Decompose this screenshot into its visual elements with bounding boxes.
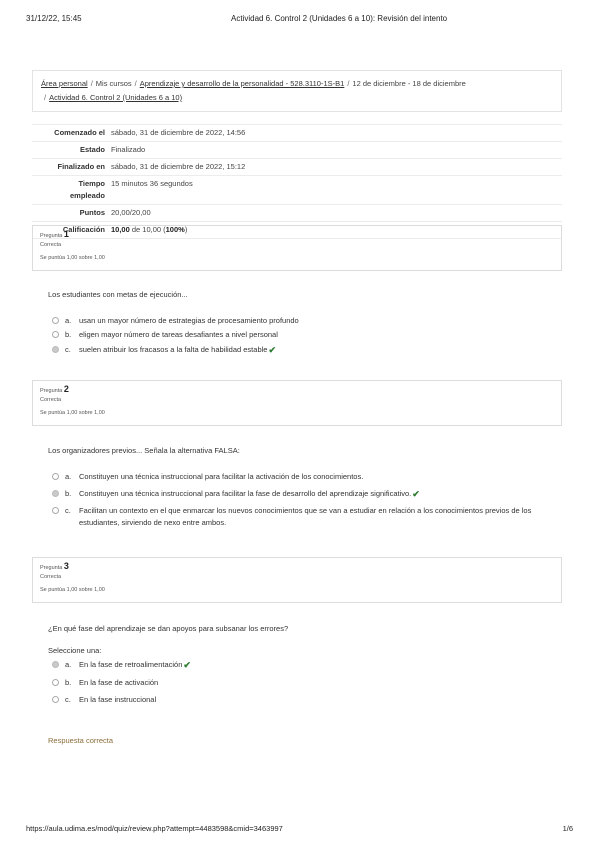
summary-row-started: Comenzado el sábado, 31 de diciembre de … (32, 124, 562, 141)
breadcrumb-week: 12 de diciembre - 18 de diciembre (352, 79, 466, 88)
print-header: 31/12/22, 15:45 Actividad 6. Control 2 (… (26, 14, 573, 26)
radio-button-selected[interactable] (52, 490, 59, 497)
check-icon: ✔ (268, 345, 276, 355)
question-grade: Se puntúa 1,00 sobre 1,00 (40, 255, 105, 261)
question-prefix: Pregunta (40, 388, 63, 394)
option-letter: a. (65, 316, 72, 325)
option-text: Facilitan un contexto en el que enmarcar… (79, 505, 531, 529)
radio-button[interactable] (52, 679, 59, 686)
print-footer: https://aula.udima.es/mod/quiz/review.ph… (26, 824, 573, 836)
breadcrumb: Área personal / Mis cursos / Aprendizaje y d… (32, 70, 562, 112)
print-url: https://aula.udima.es/mod/quiz/review.ph… (26, 824, 283, 833)
question-grade: Se puntúa 1,00 sobre 1,00 (40, 410, 105, 416)
summary-label-line1: Tiempo (78, 179, 105, 188)
radio-button[interactable] (52, 331, 59, 338)
option-letter: c. (65, 345, 71, 354)
option-text: En la fase de activación (79, 678, 159, 687)
question-info-1: Pregunta 1 Correcta Se puntúa 1,00 sobre… (32, 225, 562, 271)
summary-label: Estado (79, 145, 105, 154)
radio-button[interactable] (52, 507, 59, 514)
option-text: usan un mayor número de estrategias de p… (79, 316, 299, 325)
question-status: Correcta (40, 574, 62, 580)
question-status: Correcta (40, 397, 62, 403)
option-letter: a. (65, 472, 72, 481)
answer-option[interactable]: c. En la fase instruccional (52, 694, 156, 706)
summary-value: 15 minutos 36 segundos (111, 179, 193, 188)
question-status: Correcta (40, 242, 62, 248)
answer-option[interactable]: a. Constituyen una técnica instruccional… (52, 471, 363, 483)
question-prefix: Pregunta (40, 565, 63, 571)
breadcrumb-course[interactable]: Aprendizaje y desarrollo de la personali… (140, 79, 345, 88)
answer-option[interactable]: a. usan un mayor número de estrategias d… (52, 315, 299, 327)
option-letter: b. (65, 678, 72, 687)
answer-option[interactable]: b. eligen mayor número de tareas desafia… (52, 329, 278, 341)
print-timestamp: 31/12/22, 15:45 (26, 14, 82, 23)
radio-button[interactable] (52, 696, 59, 703)
summary-row-time: Tiempo empleado 15 minutos 36 segundos (32, 175, 562, 204)
question-prefix: Pregunta (40, 233, 63, 239)
question-grade: Se puntúa 1,00 sobre 1,00 (40, 587, 105, 593)
breadcrumb-area-personal[interactable]: Área personal (41, 79, 88, 88)
summary-value: sábado, 31 de diciembre de 2022, 15:12 (111, 162, 246, 171)
answer-option-selected[interactable]: b. Constituyen una técnica instruccional… (52, 488, 420, 500)
summary-row-state: Estado Finalizado (32, 141, 562, 158)
option-text: suelen atribuir los fracasos a la falta … (79, 345, 268, 354)
feedback-correct: Respuesta correcta (48, 736, 114, 745)
attempt-summary-table: Comenzado el sábado, 31 de diciembre de … (32, 124, 562, 239)
summary-label: Tiempo empleado (32, 178, 111, 202)
breadcrumb-activity[interactable]: Actividad 6. Control 2 (Unidades 6 a 10) (49, 93, 182, 102)
answer-option-selected[interactable]: a. En la fase de retroalimentación ✔ (52, 659, 191, 671)
breadcrumb-separator: / (134, 79, 137, 88)
print-page-title: Actividad 6. Control 2 (Unidades 6 a 10)… (231, 14, 448, 23)
question-text-2: Los organizadores previos... Señala la a… (48, 446, 240, 455)
print-page-number: 1/6 (562, 824, 573, 833)
question-info-3: Pregunta 3 Correcta Se puntúa 1,00 sobre… (32, 557, 562, 603)
option-text: Constituyen una técnica instruccional pa… (79, 489, 412, 498)
summary-label: Comenzado el (54, 128, 105, 137)
breadcrumb-mis-cursos: Mis cursos (95, 79, 132, 88)
summary-value: 20,00/20,00 (111, 208, 151, 217)
option-letter: b. (65, 330, 72, 339)
option-letter: c. (65, 695, 71, 704)
option-text: En la fase de retroalimentación (79, 660, 183, 669)
breadcrumb-separator: / (44, 93, 47, 102)
summary-row-finished: Finalizado en sábado, 31 de diciembre de… (32, 158, 562, 175)
question-info-2: Pregunta 2 Correcta Se puntúa 1,00 sobre… (32, 380, 562, 426)
check-icon: ✔ (412, 489, 420, 499)
summary-label: Puntos (79, 208, 105, 217)
radio-button-selected[interactable] (52, 661, 59, 668)
answer-option[interactable]: c. Facilitan un contexto en el que enmar… (52, 505, 531, 529)
radio-button-selected[interactable] (52, 346, 59, 353)
option-letter: b. (65, 489, 72, 498)
summary-row-points: Puntos 20,00/20,00 (32, 204, 562, 221)
question-number: 1 (63, 229, 69, 239)
answer-option-selected[interactable]: c. suelen atribuir los fracasos a la fal… (52, 344, 276, 356)
radio-button[interactable] (52, 473, 59, 480)
select-one-prompt: Seleccione una: (48, 646, 102, 655)
question-text-1: Los estudiantes con metas de ejecución..… (48, 290, 188, 299)
summary-label-line2: empleado (69, 191, 105, 200)
option-text-line2: estudiantes, sirviendo de nexo entre amb… (79, 518, 227, 527)
option-text: Constituyen una técnica instruccional pa… (79, 472, 364, 481)
summary-value: Finalizado (111, 145, 146, 154)
breadcrumb-separator: / (90, 79, 93, 88)
summary-label: Finalizado en (57, 162, 105, 171)
answer-option[interactable]: b. En la fase de activación (52, 677, 158, 689)
question-number: 2 (63, 384, 69, 394)
option-letter: c. (65, 506, 71, 515)
question-number: 3 (63, 561, 69, 571)
question-text-3: ¿En qué fase del aprendizaje se dan apoy… (48, 624, 289, 633)
option-text-line1: Facilitan un contexto en el que enmarcar… (79, 506, 532, 515)
option-letter: a. (65, 660, 72, 669)
option-text: eligen mayor número de tareas desafiante… (79, 330, 278, 339)
check-icon: ✔ (183, 660, 191, 670)
summary-value: sábado, 31 de diciembre de 2022, 14:56 (111, 128, 246, 137)
option-text: En la fase instruccional (79, 695, 157, 704)
radio-button[interactable] (52, 317, 59, 324)
